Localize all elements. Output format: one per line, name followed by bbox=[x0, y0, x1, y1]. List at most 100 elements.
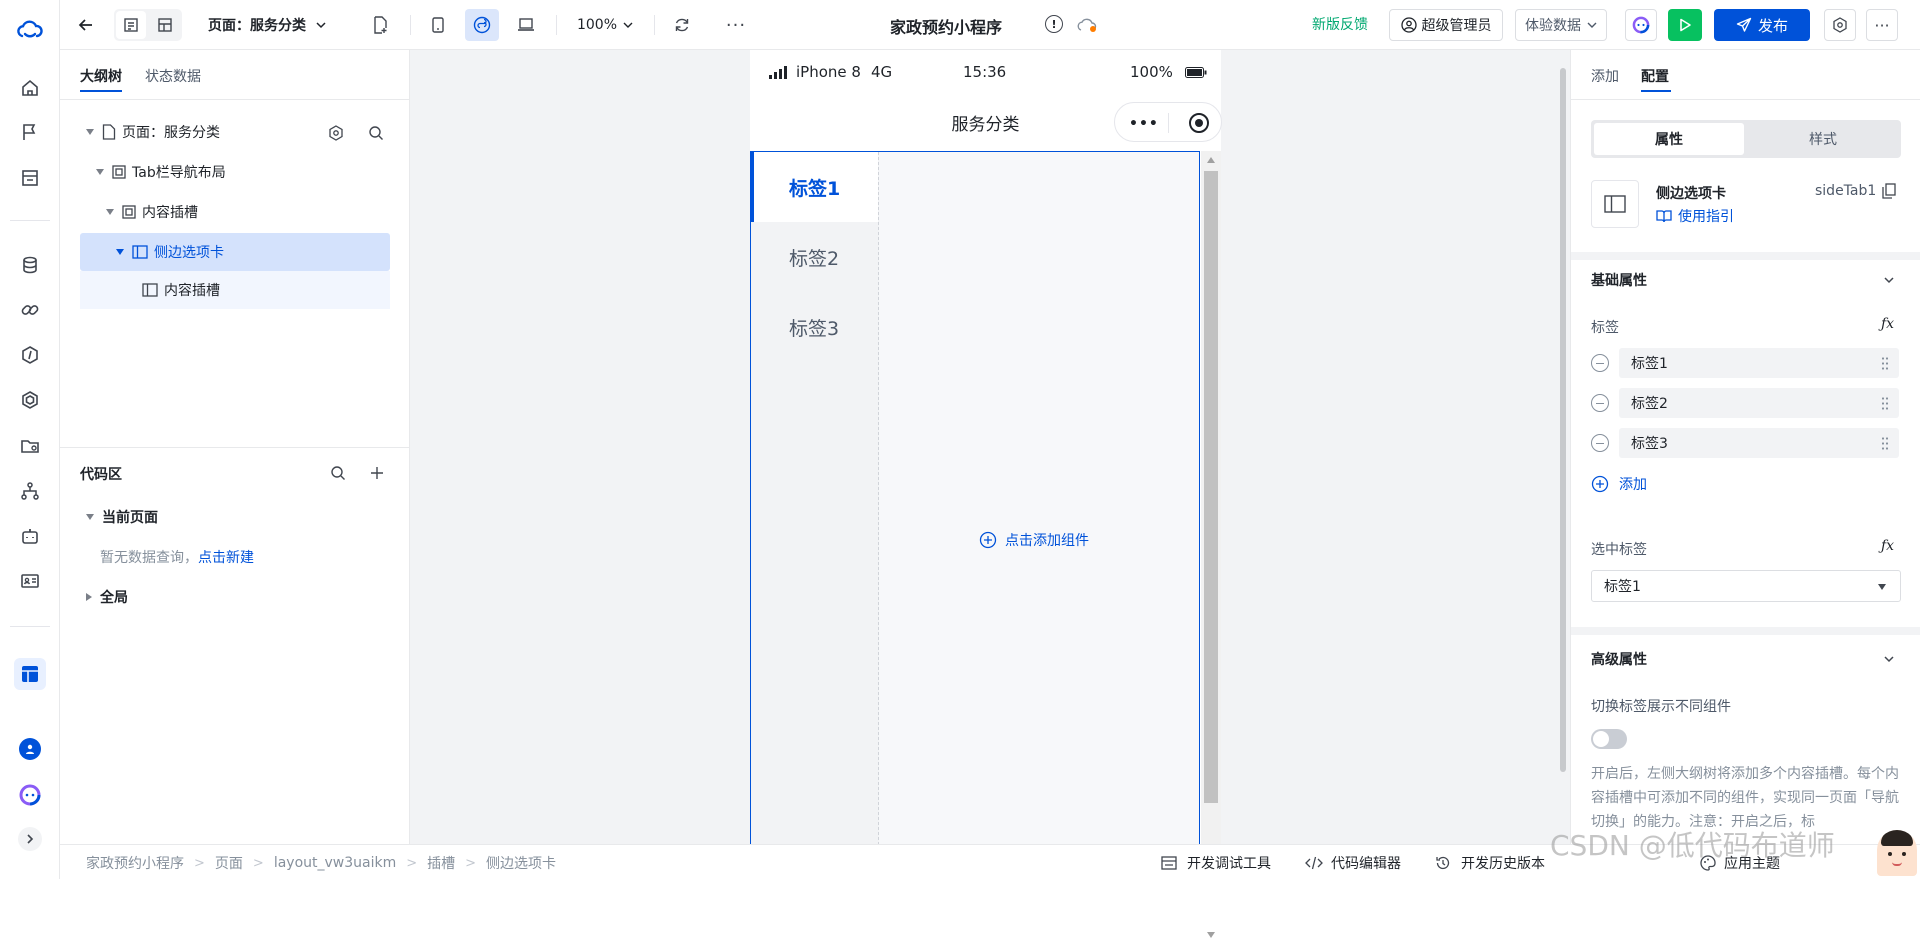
layout-grid-icon[interactable] bbox=[150, 11, 180, 39]
tab-switch-toggle[interactable] bbox=[1591, 729, 1627, 749]
remove-circle-icon[interactable] bbox=[1591, 354, 1609, 372]
scroll-thumb[interactable] bbox=[1204, 171, 1218, 803]
caret-down-icon bbox=[86, 514, 94, 520]
flag-icon[interactable] bbox=[18, 120, 42, 144]
remove-circle-icon[interactable] bbox=[1591, 394, 1609, 412]
tag-input-3[interactable]: 标签3 bbox=[1619, 428, 1899, 458]
add-component-button[interactable]: 点击添加组件 bbox=[979, 530, 1089, 550]
tab-add[interactable]: 添加 bbox=[1591, 66, 1619, 86]
formula-fx-icon[interactable]: ƒx bbox=[1881, 316, 1894, 332]
global-group[interactable]: 全局 bbox=[86, 578, 128, 616]
preview-run-button[interactable] bbox=[1668, 9, 1702, 41]
capsule-menu[interactable]: ••• bbox=[1114, 102, 1222, 142]
cloud-status-icon[interactable] bbox=[1076, 16, 1098, 34]
refresh-icon[interactable] bbox=[668, 11, 696, 39]
layout-editor-icon[interactable] bbox=[14, 658, 46, 690]
tree-node-page[interactable]: 页面：服务分类 bbox=[80, 113, 390, 151]
cloud-logo-icon[interactable] bbox=[16, 18, 44, 42]
api-icon[interactable] bbox=[18, 343, 42, 367]
side-tab-item-3[interactable]: 标签3 bbox=[751, 292, 878, 362]
capsule-close-icon[interactable] bbox=[1189, 113, 1209, 133]
publish-button[interactable]: 发布 bbox=[1714, 9, 1810, 41]
selected-tag-select[interactable]: 标签1 bbox=[1591, 570, 1901, 602]
tree-node-slot[interactable]: 内容插槽 bbox=[80, 193, 390, 231]
hexagon-icon[interactable] bbox=[18, 388, 42, 412]
add-icon[interactable] bbox=[370, 466, 384, 480]
more-menu-icon[interactable]: ··· bbox=[1866, 9, 1898, 41]
breadcrumb-item[interactable]: layout_vw3uaikm bbox=[274, 855, 396, 871]
capsule-more-icon[interactable]: ••• bbox=[1129, 116, 1159, 132]
history-button[interactable]: 开发历史版本 bbox=[1435, 853, 1545, 873]
info-icon[interactable]: ! bbox=[1045, 15, 1063, 33]
drag-handle-icon[interactable] bbox=[1881, 396, 1889, 410]
current-page-group[interactable]: 当前页面 bbox=[86, 498, 158, 536]
tree-node-tab-layout[interactable]: Tab栏导航布局 bbox=[80, 153, 390, 191]
switch-label: 切换标签展示不同组件 bbox=[1591, 699, 1731, 715]
page-list-icon[interactable] bbox=[116, 11, 146, 39]
zoom-selector[interactable]: 100% bbox=[570, 11, 640, 39]
tab-state-data[interactable]: 状态数据 bbox=[145, 66, 201, 86]
usage-guide-link[interactable]: 使用指引 bbox=[1656, 206, 1734, 226]
add-tag-button[interactable]: 添加 bbox=[1591, 474, 1647, 494]
ai-assistant-icon[interactable] bbox=[1625, 9, 1657, 41]
link-icon[interactable] bbox=[18, 298, 42, 322]
home-icon[interactable] bbox=[18, 76, 42, 100]
breadcrumb-item[interactable]: 页面 bbox=[215, 853, 243, 873]
tab-outline-tree[interactable]: 大纲树 bbox=[80, 66, 122, 86]
tab-config[interactable]: 配置 bbox=[1641, 66, 1669, 86]
chevron-down-icon[interactable] bbox=[1883, 653, 1895, 665]
copy-icon[interactable] bbox=[1882, 183, 1896, 199]
tag-input-1[interactable]: 标签1 bbox=[1619, 348, 1899, 378]
desktop-preview-icon[interactable] bbox=[511, 11, 541, 39]
create-new-link[interactable]: 点击新建 bbox=[198, 550, 254, 566]
new-page-icon[interactable] bbox=[366, 11, 394, 39]
id-card-icon[interactable] bbox=[18, 569, 42, 593]
settings-icon[interactable] bbox=[1824, 9, 1856, 41]
phone-scrollbar[interactable] bbox=[1201, 151, 1221, 938]
more-icon[interactable]: ··· bbox=[722, 11, 750, 39]
canvas-scrollbar[interactable] bbox=[1560, 68, 1566, 772]
code-editor-button[interactable]: 代码编辑器 bbox=[1305, 853, 1401, 873]
robot-icon[interactable] bbox=[18, 524, 42, 548]
side-tab-item-2[interactable]: 标签2 bbox=[751, 222, 878, 292]
back-icon[interactable] bbox=[72, 11, 100, 39]
scroll-down-arrow-icon[interactable] bbox=[1207, 932, 1215, 938]
store-icon[interactable] bbox=[18, 166, 42, 190]
remove-circle-icon[interactable] bbox=[1591, 434, 1609, 452]
segment-properties[interactable]: 属性 bbox=[1594, 123, 1744, 155]
breadcrumb-item[interactable]: 侧边选项卡 bbox=[486, 853, 556, 873]
data-env-selector[interactable]: 体验数据 bbox=[1515, 9, 1607, 41]
folder-cloud-icon[interactable] bbox=[18, 434, 42, 458]
tree-node-inner-slot[interactable]: 内容插槽 bbox=[80, 271, 390, 309]
miniprogram-preview-icon[interactable] bbox=[465, 9, 499, 41]
workflow-icon[interactable] bbox=[18, 479, 42, 503]
page-selector-label: 页面：服务分类 bbox=[208, 18, 306, 34]
side-tab-item-1[interactable]: 标签1 bbox=[751, 152, 878, 222]
database-icon[interactable] bbox=[18, 253, 42, 277]
dev-tools-button[interactable]: 开发调试工具 bbox=[1161, 853, 1271, 873]
ai-assistant-icon[interactable] bbox=[18, 783, 42, 807]
search-icon[interactable] bbox=[368, 125, 384, 141]
design-canvas: iPhone 8 4G 15:36 100% 服务分类 ••• 标签1 标签2 … bbox=[410, 50, 1570, 938]
search-icon[interactable] bbox=[330, 465, 346, 481]
segment-styles[interactable]: 样式 bbox=[1748, 123, 1898, 155]
feedback-link[interactable]: 新版反馈 bbox=[1312, 14, 1368, 34]
chevron-down-icon[interactable] bbox=[1883, 274, 1895, 286]
tree-node-side-tab-selected[interactable]: 侧边选项卡 bbox=[80, 233, 390, 271]
breadcrumb-item[interactable]: 插槽 bbox=[427, 853, 455, 873]
admin-button[interactable]: 超级管理员 bbox=[1389, 9, 1503, 41]
tag-input-2[interactable]: 标签2 bbox=[1619, 388, 1899, 418]
drag-handle-icon[interactable] bbox=[1881, 436, 1889, 450]
expand-rail-icon[interactable] bbox=[18, 827, 42, 851]
scroll-up-arrow-icon[interactable] bbox=[1207, 157, 1215, 163]
settings-icon[interactable] bbox=[328, 125, 344, 141]
mobile-preview-icon[interactable] bbox=[423, 11, 453, 39]
formula-fx-icon[interactable]: ƒx bbox=[1881, 538, 1894, 554]
drag-handle-icon[interactable] bbox=[1881, 356, 1889, 370]
breadcrumb-item[interactable]: 家政预约小程序 bbox=[86, 853, 184, 873]
tree-label: Tab栏导航布局 bbox=[132, 165, 226, 181]
user-avatar-icon[interactable] bbox=[19, 738, 41, 760]
page-selector[interactable]: 页面：服务分类 bbox=[208, 11, 338, 39]
side-tab-component[interactable]: 标签1 标签2 标签3 点击添加组件 bbox=[750, 151, 1200, 845]
floating-avatar[interactable] bbox=[1877, 830, 1917, 876]
